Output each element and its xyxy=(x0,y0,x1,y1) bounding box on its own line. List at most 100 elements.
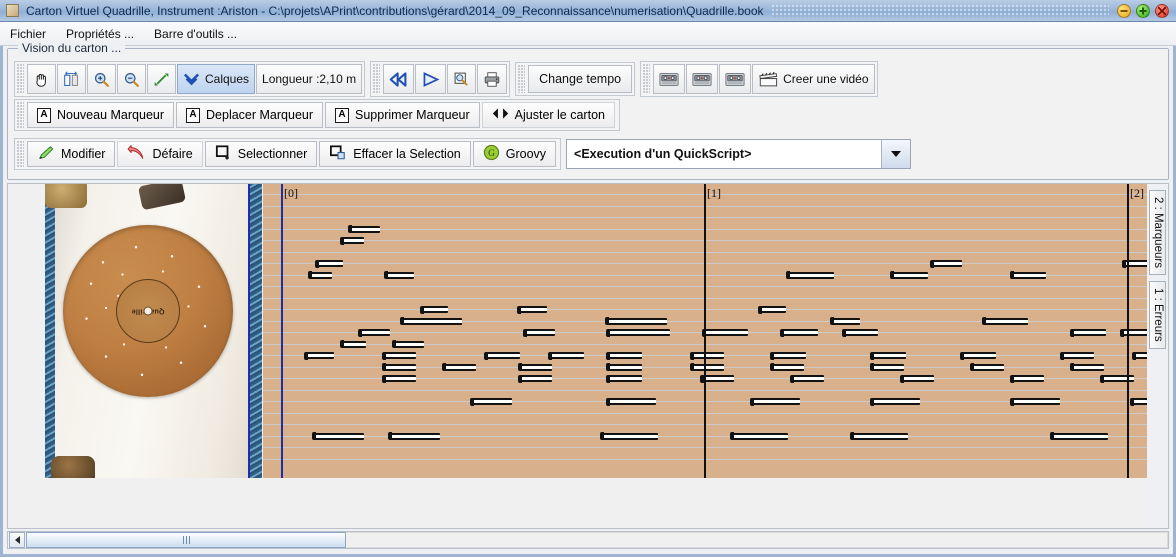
clear-selection-button[interactable]: Effacer la Selection xyxy=(319,141,470,167)
drag-grip[interactable] xyxy=(17,102,24,128)
note-bar[interactable] xyxy=(402,318,462,325)
layers-button[interactable]: Calques xyxy=(177,64,255,94)
note-bar[interactable] xyxy=(306,352,334,359)
drag-grip[interactable] xyxy=(17,64,24,94)
drag-grip[interactable] xyxy=(17,141,24,167)
note-bar[interactable] xyxy=(872,398,920,405)
move-marker-button[interactable]: A Deplacer Marqueur xyxy=(176,102,323,128)
note-bar[interactable] xyxy=(602,433,658,440)
note-bar[interactable] xyxy=(702,375,734,382)
rewind-button[interactable] xyxy=(383,64,414,94)
note-bar[interactable] xyxy=(872,364,904,371)
scroll-thumb[interactable] xyxy=(26,532,346,548)
note-bar[interactable] xyxy=(962,352,996,359)
note-bar[interactable] xyxy=(342,341,366,348)
note-bar[interactable] xyxy=(892,272,928,279)
note-bar[interactable] xyxy=(390,433,440,440)
note-bar[interactable] xyxy=(394,341,424,348)
note-bar[interactable] xyxy=(1012,398,1060,405)
pan-hand-button[interactable] xyxy=(27,64,56,94)
note-bar[interactable] xyxy=(486,352,520,359)
minimize-button[interactable] xyxy=(1117,4,1131,18)
new-marker-button[interactable]: A Nouveau Marqueur xyxy=(27,102,174,128)
tab-erreurs[interactable]: 1 : Erreurs xyxy=(1149,281,1166,349)
note-bar[interactable] xyxy=(788,272,834,279)
note-bar[interactable] xyxy=(902,375,934,382)
tab-marqueurs[interactable]: 2 : Marqueurs xyxy=(1149,190,1166,275)
adjust-carton-button[interactable]: Ajuster le carton xyxy=(482,102,615,128)
note-bar[interactable] xyxy=(360,329,390,336)
marker-line[interactable] xyxy=(1127,184,1129,478)
scroll-track[interactable] xyxy=(346,532,1168,548)
note-bar[interactable] xyxy=(386,272,414,279)
scroll-left-arrow-icon[interactable] xyxy=(9,532,25,548)
note-bar[interactable] xyxy=(1072,364,1104,371)
note-bar[interactable] xyxy=(520,375,552,382)
note-bar[interactable] xyxy=(608,375,642,382)
drag-grip[interactable] xyxy=(643,64,650,94)
note-bar[interactable] xyxy=(422,306,448,313)
note-bar[interactable] xyxy=(519,306,547,313)
note-bar[interactable] xyxy=(310,272,332,279)
music-roll[interactable]: [0][1][2] xyxy=(263,184,1154,478)
note-bar[interactable] xyxy=(608,364,642,371)
preview-button[interactable] xyxy=(447,64,476,94)
note-bar[interactable] xyxy=(1062,352,1094,359)
note-bar[interactable] xyxy=(1012,375,1044,382)
marker-line[interactable] xyxy=(281,184,283,478)
note-bar[interactable] xyxy=(732,433,788,440)
note-bar[interactable] xyxy=(872,352,906,359)
chevron-down-icon[interactable] xyxy=(881,140,910,168)
modify-button[interactable]: Modifier xyxy=(27,141,115,167)
note-bar[interactable] xyxy=(444,364,476,371)
close-button[interactable] xyxy=(1155,4,1169,18)
note-bar[interactable] xyxy=(472,398,512,405)
note-bar[interactable] xyxy=(760,306,786,313)
horizontal-scrollbar[interactable] xyxy=(7,531,1169,549)
note-bar[interactable] xyxy=(607,318,667,325)
delete-marker-button[interactable]: A Supprimer Marqueur xyxy=(325,102,480,128)
note-bar[interactable] xyxy=(342,237,364,244)
note-bar[interactable] xyxy=(852,433,908,440)
note-bar[interactable] xyxy=(772,364,804,371)
recorder-1-button[interactable] xyxy=(653,64,685,94)
zoom-out-button[interactable] xyxy=(117,64,146,94)
note-bar[interactable] xyxy=(972,364,1004,371)
note-bar[interactable] xyxy=(550,352,584,359)
note-bar[interactable] xyxy=(832,318,860,325)
maximize-button[interactable] xyxy=(1136,4,1150,18)
quickscript-combobox[interactable]: <Execution d'un QuickScript> xyxy=(566,139,911,169)
recorder-3-button[interactable] xyxy=(719,64,751,94)
zoom-in-button[interactable] xyxy=(87,64,116,94)
note-bar[interactable] xyxy=(384,352,416,359)
print-button[interactable] xyxy=(477,64,507,94)
note-bar[interactable] xyxy=(384,375,416,382)
note-bar[interactable] xyxy=(608,329,670,336)
note-bar[interactable] xyxy=(1102,375,1134,382)
menu-item-fichier[interactable]: Fichier xyxy=(0,25,56,43)
fit-screen-button[interactable] xyxy=(147,64,176,94)
note-bar[interactable] xyxy=(752,398,800,405)
note-bar[interactable] xyxy=(608,352,642,359)
note-bar[interactable] xyxy=(932,260,962,267)
note-bar[interactable] xyxy=(844,329,878,336)
note-bar[interactable] xyxy=(692,352,724,359)
note-bar[interactable] xyxy=(692,364,724,371)
select-button[interactable]: Selectionner xyxy=(205,141,318,167)
play-button[interactable] xyxy=(415,64,446,94)
note-bar[interactable] xyxy=(608,398,656,405)
create-video-button[interactable]: Creer une vidéo xyxy=(752,64,874,94)
note-bar[interactable] xyxy=(1072,329,1106,336)
note-bar[interactable] xyxy=(314,433,364,440)
undo-button[interactable]: Défaire xyxy=(117,141,202,167)
menu-item-barre-doutils[interactable]: Barre d'outils ... xyxy=(144,25,247,43)
note-bar[interactable] xyxy=(350,226,380,233)
note-bar[interactable] xyxy=(782,329,818,336)
note-bar[interactable] xyxy=(317,260,343,267)
fit-width-button[interactable] xyxy=(57,64,86,94)
drag-grip[interactable] xyxy=(373,64,380,94)
groovy-button[interactable]: G Groovy xyxy=(473,141,556,167)
marker-line[interactable] xyxy=(704,184,706,478)
drag-grip[interactable] xyxy=(518,65,525,93)
note-bar[interactable] xyxy=(792,375,824,382)
